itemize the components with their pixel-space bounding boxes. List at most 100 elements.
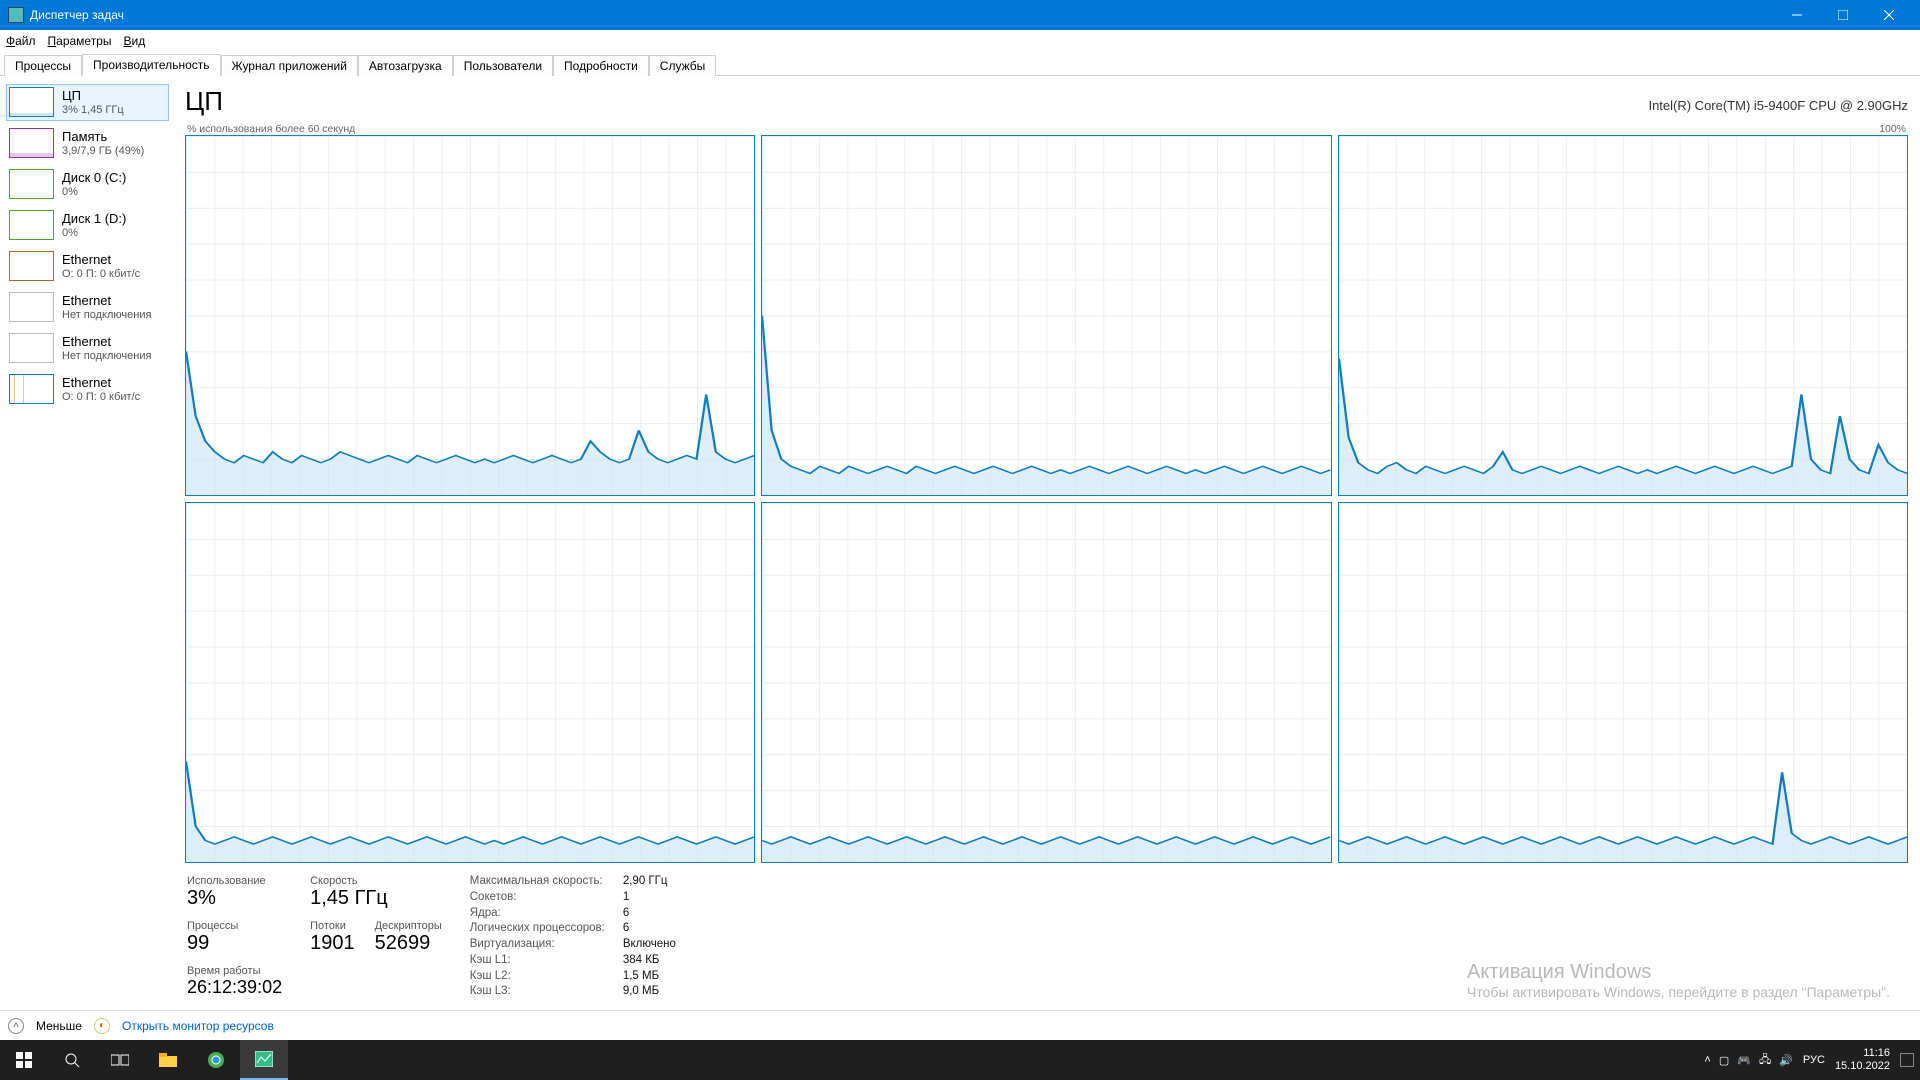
sidebar-thumb <box>9 128 54 158</box>
tray-clock[interactable]: 11:16 15.10.2022 <box>1835 1047 1890 1073</box>
main-panel: ЦП Intel(R) Core(TM) i5-9400F CPU @ 2.90… <box>175 76 1920 1010</box>
processes-label: Процессы <box>187 920 238 932</box>
menubar: Файл Параметры Вид <box>0 30 1920 52</box>
tray-icons[interactable]: ˄ ▢ 🎮 🖧 🔊 <box>1704 1051 1793 1070</box>
sidebar-item-sub: О: 0 П: 0 кбит/с <box>62 391 140 405</box>
tray-language[interactable]: РУС <box>1803 1054 1825 1066</box>
sidebar-item-sub: 0% <box>62 186 126 200</box>
sidebar-thumb <box>9 87 54 117</box>
tab-5[interactable]: Подробности <box>553 55 649 76</box>
taskbar[interactable]: ˄ ▢ 🎮 🖧 🔊 РУС 11:16 15.10.2022 <box>0 1040 1920 1080</box>
detail-value: 6 <box>623 907 676 920</box>
cpu-chart-5 <box>1338 502 1908 863</box>
search-button[interactable] <box>48 1040 96 1080</box>
taskbar-taskmgr[interactable] <box>240 1040 288 1080</box>
footer-bar: ˄ Меньше ◐ Открыть монитор ресурсов <box>0 1010 1920 1040</box>
sidebar-item-4[interactable]: EthernetО: 0 П: 0 кбит/с <box>6 248 169 285</box>
close-button[interactable] <box>1866 0 1912 30</box>
tray-network-icon[interactable]: 🖧 <box>1759 1051 1771 1070</box>
maximize-button[interactable] <box>1820 0 1866 30</box>
detail-key: Максимальная скорость: <box>470 875 605 888</box>
tray-volume-icon[interactable]: 🔊 <box>1779 1054 1793 1067</box>
fewer-details-icon[interactable]: ˄ <box>8 1018 24 1034</box>
detail-key: Кэш L2: <box>470 970 605 983</box>
sidebar-item-3[interactable]: Диск 1 (D:)0% <box>6 207 169 244</box>
sidebar-item-title: ЦП <box>62 88 124 104</box>
cpu-details-table: Максимальная скорость:2,90 ГГцСокетов:1Я… <box>470 875 676 998</box>
usage-label: Использование <box>187 875 282 887</box>
page-title: ЦП <box>185 86 223 117</box>
app-icon <box>8 7 24 23</box>
processes-value: 99 <box>187 932 238 955</box>
tab-3[interactable]: Автозагрузка <box>358 55 453 76</box>
detail-value: 384 КБ <box>623 954 676 967</box>
sidebar-item-title: Память <box>62 129 144 145</box>
cpu-chart-2 <box>1338 135 1908 496</box>
tray-chevron-icon[interactable]: ˄ <box>1704 1054 1710 1066</box>
sidebar-item-sub: Нет подключения <box>62 309 151 323</box>
uptime-value: 26:12:39:02 <box>187 977 282 998</box>
detail-value: Включено <box>623 938 676 951</box>
tab-1[interactable]: Производительность <box>82 54 220 76</box>
minimize-button[interactable] <box>1774 0 1820 30</box>
chart-max-label: 100% <box>1879 123 1906 135</box>
window-title: Диспетчер задач <box>30 8 1774 22</box>
detail-value: 1 <box>623 891 676 904</box>
handles-value: 52699 <box>375 932 442 955</box>
sidebar-item-6[interactable]: EthernetНет подключения <box>6 330 169 367</box>
uptime-label: Время работы <box>187 965 282 977</box>
tab-6[interactable]: Службы <box>649 55 716 76</box>
threads-label: Потоки <box>310 920 355 932</box>
sidebar-item-sub: 3,9/7,9 ГБ (49%) <box>62 145 144 159</box>
activation-watermark: Активация Windows Чтобы активировать Win… <box>1467 961 1890 1000</box>
menu-options[interactable]: Параметры <box>48 34 112 48</box>
sidebar: ЦП3% 1,45 ГГц Память3,9/7,9 ГБ (49%) Диск … <box>0 76 175 1010</box>
speed-value: 1,45 ГГц <box>310 887 442 910</box>
resmon-icon[interactable]: ◐ <box>94 1018 110 1034</box>
sidebar-thumb <box>9 292 54 322</box>
start-button[interactable] <box>0 1040 48 1080</box>
menu-file[interactable]: Файл <box>6 34 36 48</box>
tray-app-icon[interactable]: ▢ <box>1719 1054 1729 1067</box>
detail-key: Логических процессоров: <box>470 922 605 935</box>
sidebar-item-sub: О: 0 П: 0 кбит/с <box>62 268 140 282</box>
menu-view[interactable]: Вид <box>123 34 145 48</box>
sidebar-item-7[interactable]: EthernetО: 0 П: 0 кбит/с <box>6 371 169 408</box>
open-resource-monitor-link[interactable]: Открыть монитор ресурсов <box>122 1019 274 1033</box>
tab-2[interactable]: Журнал приложений <box>221 55 358 76</box>
action-center-icon[interactable] <box>1900 1053 1914 1067</box>
chart-axis-label: % использования более 60 секунд <box>187 123 355 135</box>
sidebar-thumb <box>9 210 54 240</box>
sidebar-item-0[interactable]: ЦП3% 1,45 ГГц <box>6 84 169 121</box>
detail-key: Ядра: <box>470 907 605 920</box>
sidebar-item-title: Ethernet <box>62 293 151 309</box>
sidebar-item-title: Диск 1 (D:) <box>62 211 126 227</box>
task-view-button[interactable] <box>96 1040 144 1080</box>
taskbar-chrome[interactable] <box>192 1040 240 1080</box>
sidebar-item-title: Ethernet <box>62 334 151 350</box>
titlebar[interactable]: Диспетчер задач <box>0 0 1920 30</box>
cpu-chart-3 <box>185 502 755 863</box>
sidebar-thumb <box>9 169 54 199</box>
tab-4[interactable]: Пользователи <box>453 55 553 76</box>
cpu-chart-4 <box>761 502 1331 863</box>
sidebar-item-1[interactable]: Память3,9/7,9 ГБ (49%) <box>6 125 169 162</box>
taskbar-explorer[interactable] <box>144 1040 192 1080</box>
sidebar-item-2[interactable]: Диск 0 (C:)0% <box>6 166 169 203</box>
detail-key: Виртуализация: <box>470 938 605 951</box>
fewer-details-button[interactable]: Меньше <box>36 1019 82 1033</box>
sidebar-item-5[interactable]: EthernetНет подключения <box>6 289 169 326</box>
detail-key: Кэш L1: <box>470 954 605 967</box>
sidebar-thumb <box>9 333 54 363</box>
tray-discord-icon[interactable]: 🎮 <box>1737 1054 1751 1067</box>
detail-key: Кэш L3: <box>470 985 605 998</box>
sidebar-item-title: Диск 0 (C:) <box>62 170 126 186</box>
sidebar-item-title: Ethernet <box>62 252 140 268</box>
detail-value: 9,0 МБ <box>623 985 676 998</box>
tab-0[interactable]: Процессы <box>4 55 82 76</box>
cpu-chart-1 <box>761 135 1331 496</box>
sidebar-item-sub: Нет подключения <box>62 350 151 364</box>
threads-value: 1901 <box>310 932 355 955</box>
cpu-charts-grid <box>185 135 1908 863</box>
usage-value: 3% <box>187 887 282 910</box>
